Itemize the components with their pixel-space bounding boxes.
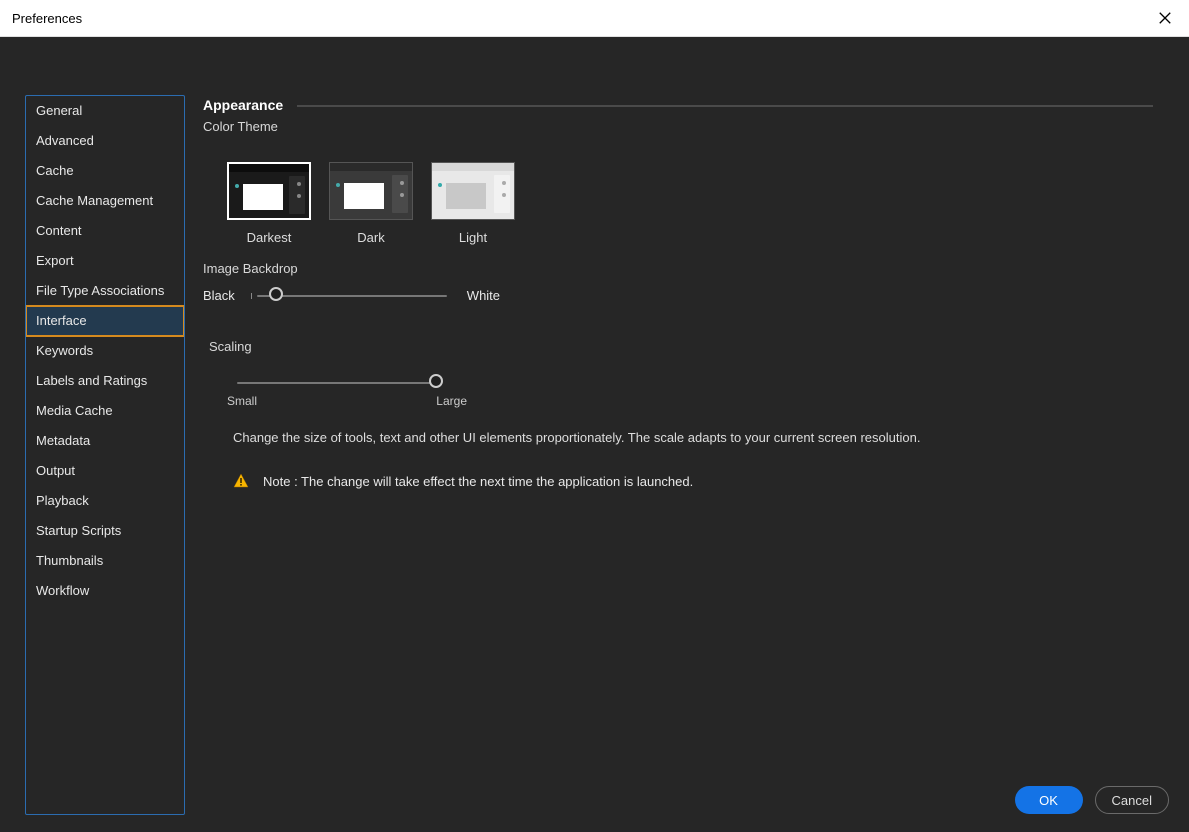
scaling-note-text: Note : The change will take effect the n…	[263, 474, 693, 489]
sidebar-item-labels-and-ratings[interactable]: Labels and Ratings	[26, 366, 184, 396]
sidebar-item-cache-management[interactable]: Cache Management	[26, 186, 184, 216]
dialog-footer: OK Cancel	[1015, 786, 1169, 814]
cancel-button[interactable]: Cancel	[1095, 786, 1169, 814]
image-backdrop-label: Image Backdrop	[203, 261, 1153, 276]
sidebar-item-advanced[interactable]: Advanced	[26, 126, 184, 156]
sidebar-item-keywords[interactable]: Keywords	[26, 336, 184, 366]
theme-label-light: Light	[459, 230, 487, 245]
dialog-content: General Advanced Cache Cache Management …	[0, 37, 1189, 832]
theme-option-dark[interactable]: Dark	[329, 162, 413, 245]
theme-label-dark: Dark	[357, 230, 384, 245]
scaling-description: Change the size of tools, text and other…	[233, 430, 1153, 445]
scaling-min-label: Small	[227, 394, 257, 408]
backdrop-min-label: Black	[203, 288, 235, 303]
theme-option-light[interactable]: Light	[431, 162, 515, 245]
sidebar-item-file-type-associations[interactable]: File Type Associations	[26, 276, 184, 306]
sidebar-item-workflow[interactable]: Workflow	[26, 576, 184, 606]
sidebar-item-thumbnails[interactable]: Thumbnails	[26, 546, 184, 576]
theme-thumb-dark	[329, 162, 413, 220]
theme-thumb-darkest	[227, 162, 311, 220]
backdrop-max-label: White	[467, 288, 500, 303]
window-title: Preferences	[12, 11, 82, 26]
sidebar-item-interface[interactable]: Interface	[25, 305, 185, 337]
preferences-sidebar: General Advanced Cache Cache Management …	[25, 95, 185, 815]
scaling-section: Scaling Small Large Change the size of t…	[209, 339, 1153, 489]
section-divider	[297, 105, 1153, 107]
close-icon[interactable]	[1153, 6, 1177, 30]
appearance-title: Appearance	[203, 97, 283, 113]
image-backdrop-section: Image Backdrop Black White	[203, 261, 1153, 303]
main-panel: Appearance Color Theme Darkest	[203, 97, 1153, 489]
sidebar-item-playback[interactable]: Playback	[26, 486, 184, 516]
scaling-note-row: Note : The change will take effect the n…	[233, 473, 1153, 489]
appearance-header: Appearance	[203, 97, 1153, 113]
sidebar-item-metadata[interactable]: Metadata	[26, 426, 184, 456]
sidebar-item-content[interactable]: Content	[26, 216, 184, 246]
titlebar: Preferences	[0, 0, 1189, 37]
color-theme-row: Darkest Dark	[227, 162, 1153, 245]
scaling-slider[interactable]	[237, 382, 437, 384]
ok-button[interactable]: OK	[1015, 786, 1083, 814]
theme-thumb-light	[431, 162, 515, 220]
theme-label-darkest: Darkest	[247, 230, 292, 245]
color-theme-label: Color Theme	[203, 119, 1153, 134]
backdrop-slider[interactable]	[257, 295, 447, 297]
sidebar-item-media-cache[interactable]: Media Cache	[26, 396, 184, 426]
scaling-max-label: Large	[436, 394, 467, 408]
sidebar-item-output[interactable]: Output	[26, 456, 184, 486]
sidebar-item-general[interactable]: General	[26, 96, 184, 126]
warning-icon	[233, 473, 249, 489]
scaling-slider-thumb[interactable]	[429, 374, 443, 388]
backdrop-slider-thumb[interactable]	[269, 287, 283, 301]
sidebar-item-cache[interactable]: Cache	[26, 156, 184, 186]
theme-option-darkest[interactable]: Darkest	[227, 162, 311, 245]
sidebar-item-export[interactable]: Export	[26, 246, 184, 276]
scaling-label: Scaling	[209, 339, 1153, 354]
sidebar-item-startup-scripts[interactable]: Startup Scripts	[26, 516, 184, 546]
